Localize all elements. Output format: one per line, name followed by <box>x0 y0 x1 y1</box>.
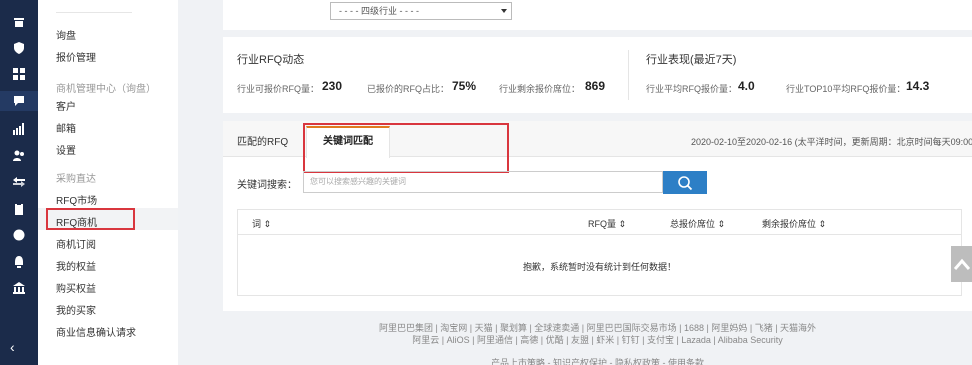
chat-icon[interactable] <box>0 91 38 111</box>
shield-icon[interactable] <box>12 41 26 55</box>
nav-item-inquiry[interactable]: 询盘 <box>56 27 76 42</box>
highlight-box-nav <box>46 208 135 230</box>
nav-item-my-benefits[interactable]: 我的权益 <box>56 258 96 273</box>
tab-matched-rfq[interactable]: 匹配的RFQ <box>237 133 288 148</box>
icon-rail: ‹ <box>0 0 38 365</box>
users-icon[interactable] <box>12 149 26 163</box>
column-header-rfq-count[interactable]: RFQ量 ⇕ <box>588 217 626 230</box>
footer: 阿里巴巴集团 | 淘宝网 | 天猫 | 聚划算 | 全球速卖通 | 阿里巴巴国际… <box>223 313 972 365</box>
footer-links-partners[interactable]: 阿里云 | AliOS | 阿里通信 | 高德 | 优酷 | 友盟 | 虾米 |… <box>223 333 972 346</box>
nav-item-customers[interactable]: 客户 <box>56 98 76 113</box>
nav-item-quote-management[interactable]: 报价管理 <box>56 49 96 64</box>
column-header-word[interactable]: 词 ⇕ <box>252 217 271 230</box>
nav-item-settings[interactable]: 设置 <box>56 142 76 157</box>
nav-item-my-buyers[interactable]: 我的买家 <box>56 302 96 317</box>
remaining-seats-value: 869 <box>585 79 606 93</box>
search-button[interactable] <box>663 171 707 194</box>
clipboard-icon[interactable] <box>12 202 26 216</box>
bell-icon[interactable] <box>12 255 26 269</box>
keyword-search-label: 关键词搜索： <box>237 180 297 191</box>
chart-icon[interactable] <box>12 122 26 136</box>
nav-item-buy-benefits[interactable]: 购买权益 <box>56 280 96 295</box>
nav-item-subscriptions[interactable]: 商机订阅 <box>56 236 96 251</box>
sub-navigation: 询盘 报价管理 商机管理中心（询盘） 客户 邮箱 设置 采购直达 RFQ市场 R… <box>38 0 178 365</box>
footer-links-policy[interactable]: 产品上市策略 - 知识产权保护 - 隐私权政策 - 使用条款 <box>223 356 972 365</box>
column-header-total-seats[interactable]: 总报价席位 ⇕ <box>670 217 725 230</box>
keyword-search-input[interactable]: 您可以搜索感兴趣的关键词 <box>303 171 663 193</box>
avg-quote-value: 4.0 <box>738 79 755 93</box>
table-header: 词 ⇕ RFQ量 ⇕ 总报价席位 ⇕ 剩余报价席位 ⇕ <box>238 210 961 235</box>
transfer-icon[interactable] <box>12 175 26 189</box>
filter-card: - - - - 四级行业 - - - - <box>223 0 972 30</box>
main-content: - - - - 四级行业 - - - - 行业RFQ动态 行业可报价RFQ量： … <box>178 0 972 365</box>
search-icon <box>678 175 693 190</box>
collapse-icon[interactable]: ‹ <box>10 339 15 355</box>
bank-icon[interactable] <box>12 281 26 295</box>
rfq-count-value: 230 <box>322 79 343 93</box>
nav-group-direct-purchase: 采购直达 <box>56 174 96 185</box>
column-header-remaining-seats[interactable]: 剩余报价席位 ⇕ <box>762 217 826 230</box>
rfq-dynamics-title: 行业RFQ动态 <box>237 54 305 66</box>
stats-card: 行业RFQ动态 行业可报价RFQ量： 230 已报价的RFQ占比： 75% 行业… <box>223 37 972 113</box>
keyword-table: 词 ⇕ RFQ量 ⇕ 总报价席位 ⇕ 剩余报价席位 ⇕ 抱歉，系统暂时没有统计到… <box>237 209 962 296</box>
divider <box>628 50 629 100</box>
chevron-down-icon <box>501 9 507 13</box>
highlight-box-tab <box>303 123 509 173</box>
grid-icon[interactable] <box>12 67 26 81</box>
industry-select[interactable]: - - - - 四级行业 - - - - <box>330 2 512 20</box>
industry-select-value: - - - - 四级行业 - - - - <box>339 6 419 16</box>
chevron-up-icon <box>953 258 970 270</box>
rfq-count-label: 行业可报价RFQ量： <box>237 84 319 94</box>
quoted-ratio-value: 75% <box>452 79 477 93</box>
divider <box>56 12 132 13</box>
remaining-seats-label: 行业剩余报价席位： <box>499 84 581 94</box>
performance-title: 行业表现(最近7天) <box>646 54 737 66</box>
nav-item-mailbox[interactable]: 邮箱 <box>56 120 76 135</box>
globe-icon[interactable] <box>12 228 26 242</box>
avg-quote-label: 行业平均RFQ报价量： <box>646 84 737 94</box>
top10-quote-value: 14.3 <box>906 79 930 93</box>
top10-quote-label: 行业TOP10平均RFQ报价量： <box>786 84 906 94</box>
rfq-panel: 匹配的RFQ 关键词匹配 2020-02-10至2020-02-16 (太平洋时… <box>223 121 972 311</box>
date-range-text: 2020-02-10至2020-02-16 (太平洋时间，更新周期：北京时间每天… <box>691 137 972 147</box>
empty-message: 抱歉，系统暂时没有统计到任何数据！ <box>522 262 676 272</box>
back-to-top-button[interactable] <box>951 246 972 282</box>
nav-item-business-info-confirm[interactable]: 商业信息确认请求 <box>56 324 136 339</box>
nav-item-rfq-market[interactable]: RFQ市场 <box>56 192 97 207</box>
store-icon[interactable] <box>12 15 26 29</box>
quoted-ratio-label: 已报价的RFQ占比： <box>367 84 449 94</box>
nav-group-opportunity-center: 商机管理中心（询盘） <box>56 84 156 95</box>
